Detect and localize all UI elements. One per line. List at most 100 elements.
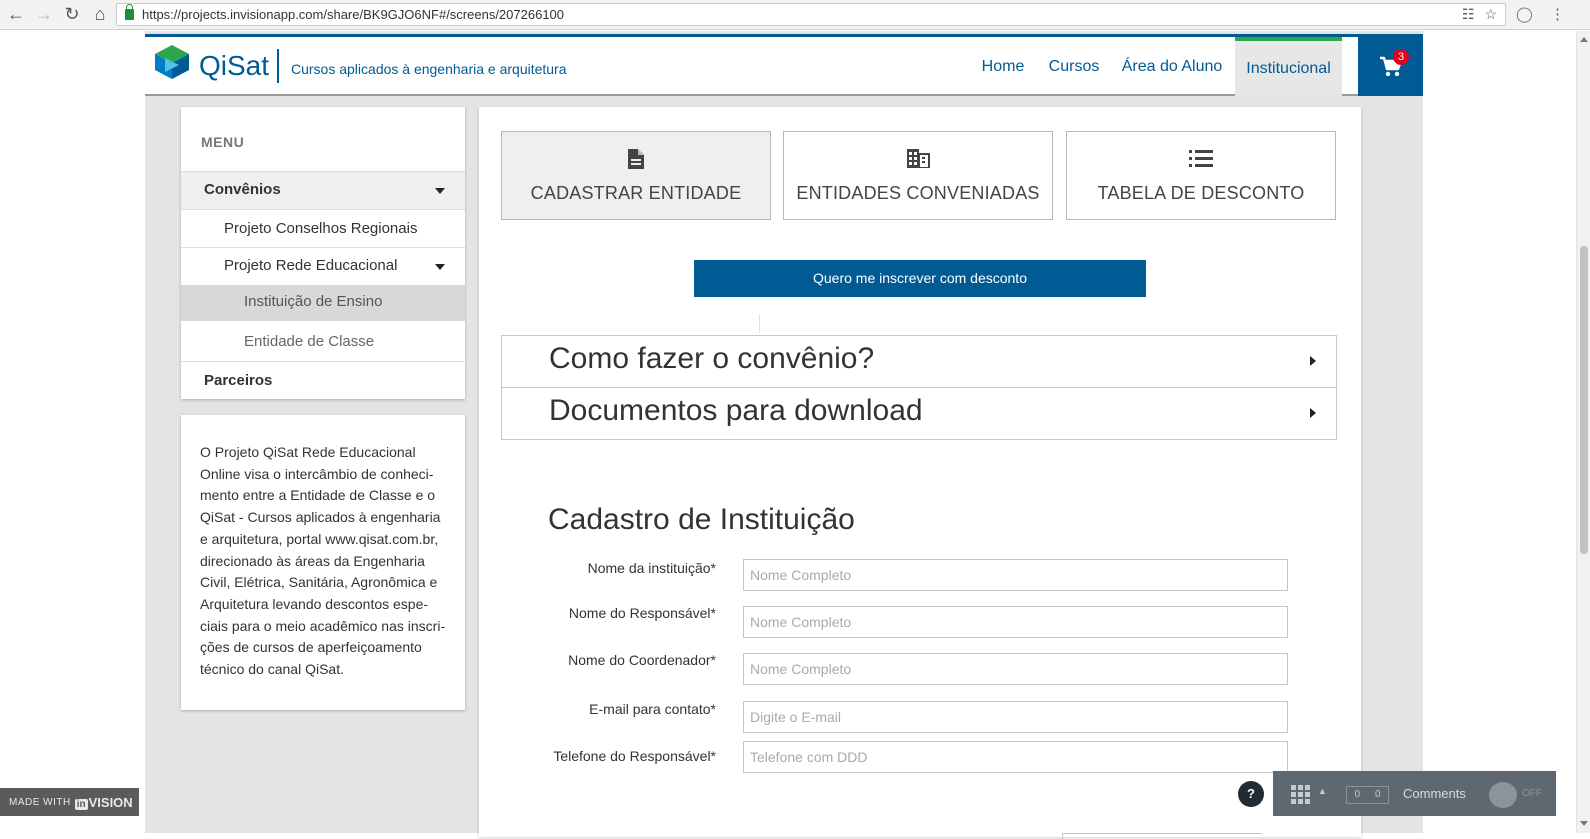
- page-viewport: QiSat Cursos aplicados à engenharia e ar…: [0, 31, 1576, 839]
- counter-right: 0: [1374, 789, 1381, 800]
- field-label-nome-responsavel: Nome do Responsável*: [568, 605, 716, 621]
- help-button[interactable]: ?: [1238, 781, 1264, 807]
- arrow-left-icon[interactable]: ←: [4, 3, 28, 27]
- nav-institucional[interactable]: Institucional: [1235, 37, 1342, 96]
- nav-home[interactable]: Home: [973, 37, 1033, 96]
- tab-tabela-de-desconto[interactable]: TABELA DE DESCONTO: [1066, 131, 1336, 220]
- document-icon: [628, 149, 644, 169]
- reload-icon[interactable]: ↻: [60, 3, 84, 27]
- nome-instituicao-input[interactable]: [743, 559, 1288, 591]
- nav-cursos[interactable]: Cursos: [1047, 37, 1101, 96]
- accordion-como-fazer-convenio[interactable]: Como fazer o convênio?: [501, 335, 1337, 388]
- page-scrollbar[interactable]: [1576, 31, 1590, 833]
- brand-tagline: Cursos aplicados à engenharia e arquitet…: [291, 61, 567, 77]
- sidebar-item-label: Projeto Conselhos Regionais: [224, 220, 418, 237]
- info-line: técnico do canal QiSat.: [200, 661, 344, 678]
- invision-logo-text: VISION: [88, 794, 133, 810]
- info-line: Arquitetura levando descontos espe-: [200, 595, 429, 612]
- url-text: https://projects.invisionapp.com/share/B…: [142, 7, 565, 22]
- invision-logo: in VISION: [74, 794, 133, 810]
- caret-up-icon[interactable]: ▲: [1318, 786, 1327, 796]
- cart-button[interactable]: 3: [1358, 37, 1423, 96]
- arrow-right-icon[interactable]: →: [32, 3, 56, 27]
- comments-label[interactable]: Comments: [1403, 786, 1466, 801]
- star-icon[interactable]: ☆: [1484, 6, 1497, 23]
- site-container: QiSat Cursos aplicados à engenharia e ar…: [145, 31, 1423, 839]
- info-line: ciais para o meio acadêmico nas inscri-: [200, 617, 446, 634]
- field-label-nome-coordenador: Nome do Coordenador*: [568, 652, 716, 668]
- accordion-title: Documentos para download: [549, 394, 923, 427]
- brand-name[interactable]: QiSat: [199, 50, 269, 82]
- counter-left: 0: [1354, 789, 1361, 800]
- info-line: Online visa o intercâmbio de conheci-: [200, 465, 434, 482]
- telefone-responsavel-input[interactable]: [743, 741, 1288, 773]
- sidebar-item-label: Entidade de Classe: [244, 333, 375, 350]
- tab-label: ENTIDADES CONVENIADAS: [796, 183, 1040, 203]
- discount-signup-button[interactable]: Quero me inscrever com desconto: [694, 260, 1146, 297]
- scroll-thumb[interactable]: [1580, 246, 1588, 554]
- scroll-up-icon[interactable]: [1580, 37, 1588, 42]
- comment-counter: 0 0: [1346, 786, 1389, 804]
- email-contato-input[interactable]: [743, 701, 1288, 733]
- site-header: QiSat Cursos aplicados à engenharia e ar…: [145, 37, 1423, 96]
- lock-icon: [125, 4, 134, 20]
- info-line: O Projeto QiSat Rede Educacional: [200, 444, 416, 460]
- caret-right-icon: [1310, 408, 1316, 418]
- tab-label: CADASTRAR ENTIDADE: [530, 183, 742, 203]
- caret-down-icon: [435, 188, 445, 194]
- tab-entidades-conveniadas[interactable]: ENTIDADES CONVENIADAS: [783, 131, 1053, 220]
- nome-responsavel-input[interactable]: [743, 606, 1288, 638]
- nome-coordenador-input[interactable]: [743, 653, 1288, 685]
- toggle-state-label: OFF: [1522, 788, 1542, 799]
- comments-toggle[interactable]: [1489, 782, 1517, 808]
- accordion-title: Como fazer o convênio?: [549, 342, 875, 375]
- made-with-label: MADE WITH: [9, 796, 71, 808]
- caret-down-icon: [435, 264, 445, 270]
- main-content: CADASTRAR ENTIDADE ENTIDADES CONVENIADAS: [479, 107, 1361, 839]
- sidebar-item-rede-educacional[interactable]: Projeto Rede Educacional: [181, 247, 465, 285]
- sidebar-item-label: Parceiros: [204, 372, 273, 389]
- sidebar-item-label: Projeto Rede Educacional: [224, 257, 398, 274]
- info-line: direcionado às áreas da Engenharia: [200, 552, 425, 569]
- made-with-invision-badge[interactable]: MADE WITH in VISION: [0, 788, 139, 816]
- info-line: e arquitetura, portal www.qisat.com.br,: [200, 530, 439, 547]
- divider-line: [759, 314, 760, 333]
- sidebar-item-label: Instituição de Ensino: [244, 293, 383, 310]
- form-title: Cadastro de Instituição: [548, 503, 855, 536]
- invision-toolbar: ▲ 0 0 Comments OFF: [1273, 771, 1556, 816]
- info-text: O Projeto QiSat Rede Educacional Online …: [200, 442, 450, 681]
- sidebar-menu: MENU Convênios Projeto Conselhos Regiona…: [181, 107, 465, 399]
- kebab-menu-icon[interactable]: ⋮: [1550, 5, 1565, 23]
- info-line: mento entre a Entidade de Classe e o: [200, 487, 436, 504]
- field-label-email-contato: E-mail para contato*: [589, 701, 716, 717]
- screens-grid-icon[interactable]: [1291, 785, 1311, 804]
- building-icon: [907, 149, 930, 168]
- qisat-logo-icon[interactable]: [153, 44, 191, 80]
- accordion-documentos-download[interactable]: Documentos para download: [501, 387, 1337, 440]
- sidebar-item-conselhos-regionais[interactable]: Projeto Conselhos Regionais: [181, 209, 465, 247]
- home-icon[interactable]: ⌂: [88, 3, 112, 27]
- tab-cadastrar-entidade[interactable]: CADASTRAR ENTIDADE: [501, 131, 771, 220]
- scroll-down-icon[interactable]: [1580, 821, 1588, 826]
- nav-area-do-aluno[interactable]: Área do Aluno: [1120, 37, 1224, 96]
- translate-icon[interactable]: ☷: [1462, 6, 1475, 23]
- sidebar-item-entidade-de-classe[interactable]: Entidade de Classe: [181, 321, 465, 361]
- sidebar-item-convenios[interactable]: Convênios: [181, 171, 465, 209]
- partial-next-field: [1062, 833, 1262, 839]
- cart-count-badge: 3: [1393, 49, 1409, 65]
- brand-divider: [277, 49, 279, 83]
- info-line: Civil, Elétrica, Sanitária, Agronômica e: [200, 574, 438, 591]
- extension-icon[interactable]: ◯: [1516, 5, 1533, 23]
- address-bar[interactable]: https://projects.invisionapp.com/share/B…: [116, 3, 1506, 26]
- info-panel: O Projeto QiSat Rede Educacional Online …: [181, 415, 465, 710]
- sidebar-item-parceiros[interactable]: Parceiros: [181, 361, 465, 399]
- list-icon: [1189, 150, 1213, 167]
- menu-title: MENU: [201, 134, 245, 150]
- sidebar-item-instituicao-de-ensino[interactable]: Instituição de Ensino: [181, 285, 465, 321]
- sidebar-item-label: Convênios: [204, 181, 281, 198]
- field-label-nome-instituicao: Nome da instituição*: [587, 560, 716, 576]
- browser-toolbar: ← → ↻ ⌂ https://projects.invisionapp.com…: [0, 0, 1590, 30]
- info-line: QiSat - Cursos aplicados à engenharia: [200, 509, 441, 526]
- tab-label: TABELA DE DESCONTO: [1097, 183, 1305, 203]
- invision-logo-in: in: [74, 798, 88, 810]
